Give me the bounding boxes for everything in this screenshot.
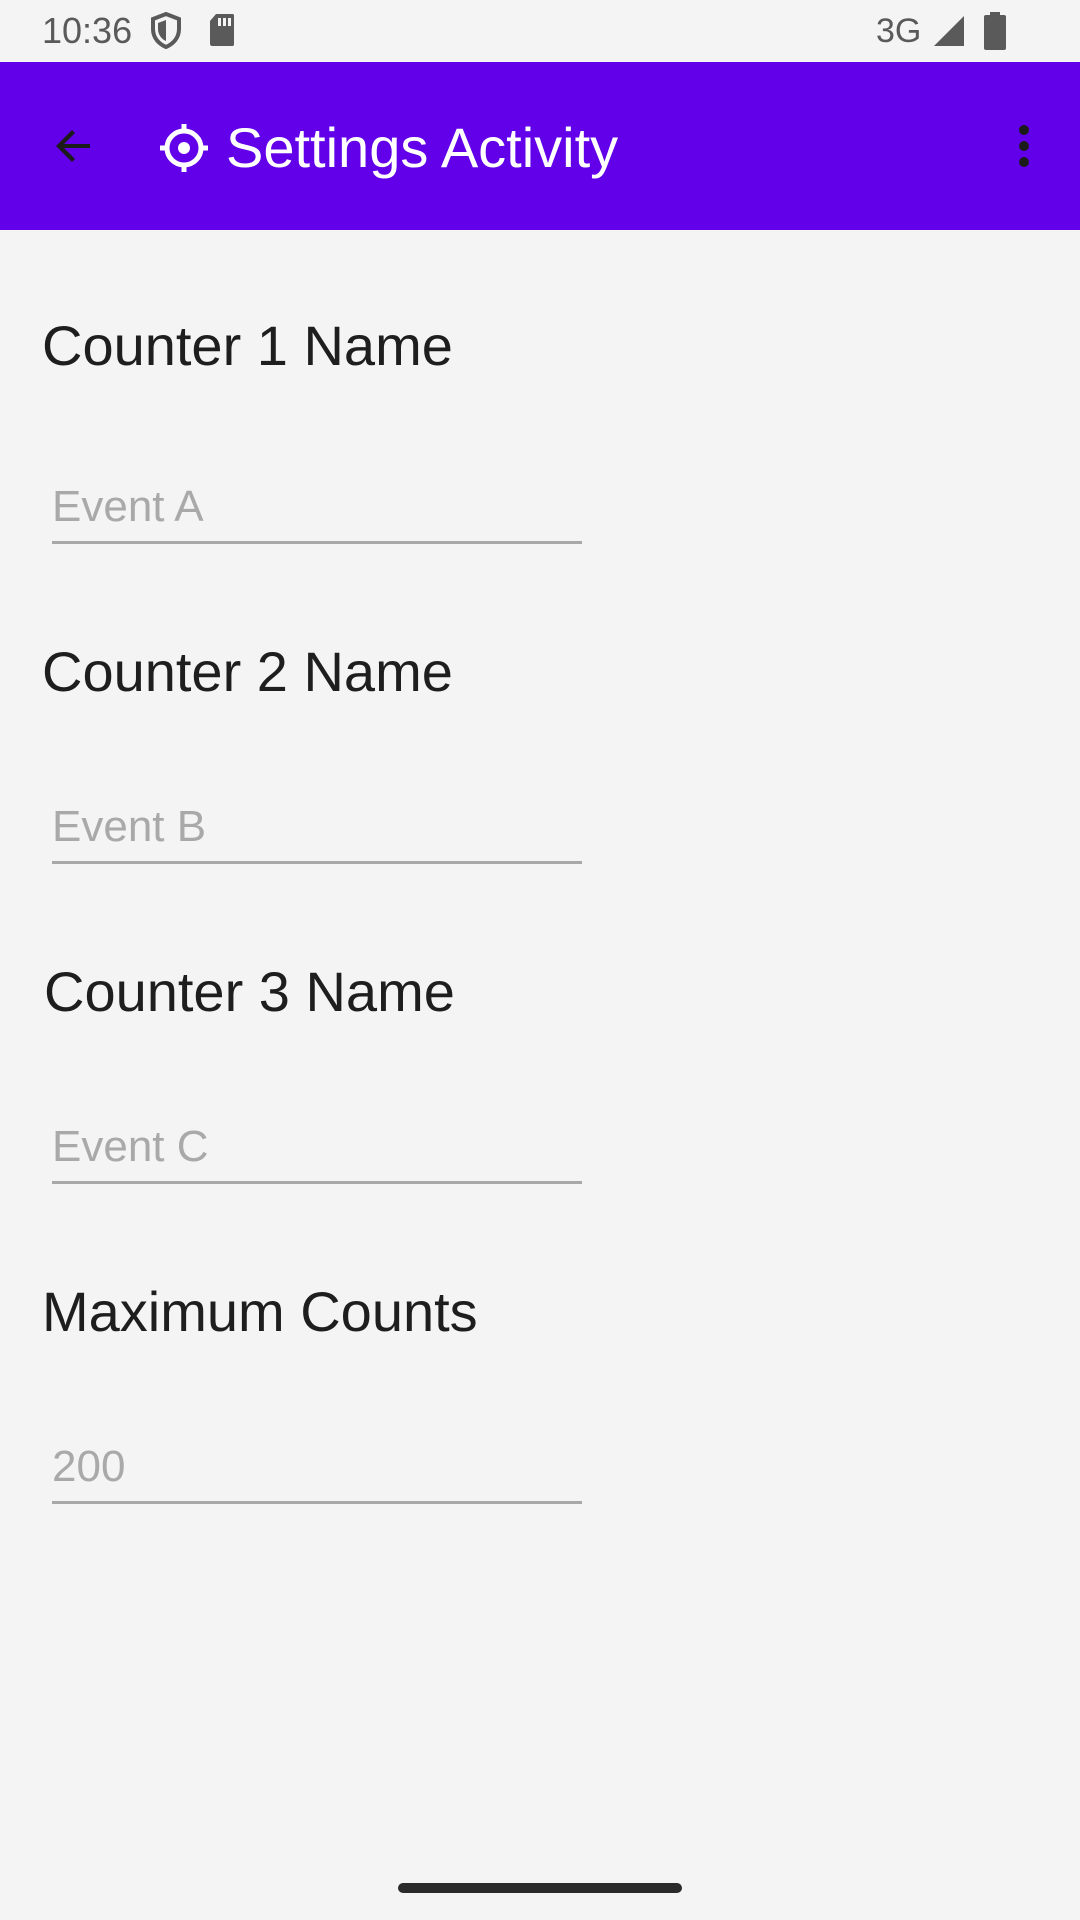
shield-icon	[150, 11, 182, 55]
max-counts-label: Maximum Counts	[42, 1280, 478, 1343]
more-vert-icon	[1019, 125, 1029, 167]
counter2-name-label: Counter 2 Name	[42, 640, 453, 703]
counter1-name-label: Counter 1 Name	[42, 314, 453, 377]
battery-icon	[984, 12, 1006, 55]
status-time: 10:36	[42, 10, 133, 51]
network-type: 3G	[876, 12, 922, 50]
sd-card-icon	[208, 12, 236, 53]
back-button[interactable]	[34, 106, 114, 186]
gesture-nav-handle[interactable]	[398, 1883, 682, 1893]
signal-icon	[932, 14, 966, 53]
page-title: Settings Activity	[226, 116, 619, 179]
settings-gear-icon	[160, 124, 208, 172]
back-arrow-icon	[56, 130, 90, 162]
status-bar: 10:36 3G	[0, 0, 1080, 62]
overflow-menu-button[interactable]	[1000, 106, 1048, 186]
counter3-name-input[interactable]	[52, 1112, 582, 1184]
app-bar: Settings Activity	[0, 62, 1080, 230]
counter2-name-input[interactable]	[52, 792, 582, 864]
counter1-name-input[interactable]	[52, 472, 582, 544]
max-counts-input[interactable]	[52, 1432, 582, 1504]
counter3-name-label: Counter 3 Name	[44, 960, 455, 1023]
